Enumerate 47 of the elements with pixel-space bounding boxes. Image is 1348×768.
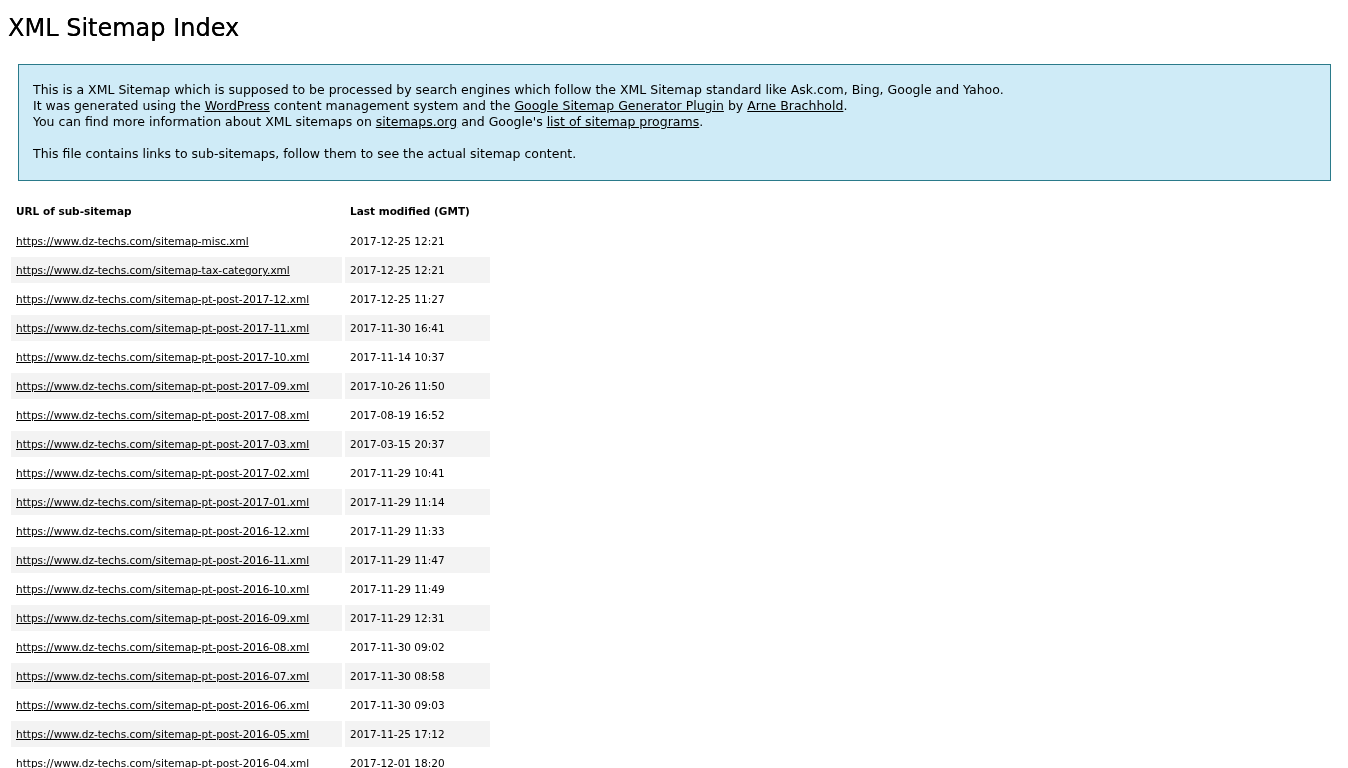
sitemap-link[interactable]: https://www.dz-techs.com/sitemap-pt-post-2016-08.xml [16,641,310,653]
date-cell: 2017-03-15 20:37 [345,431,490,457]
sitemap-link[interactable]: https://www.dz-techs.com/sitemap-pt-post-2016-11.xml [16,554,310,566]
sitemap-link[interactable]: https://www.dz-techs.com/sitemap-pt-post-2016-06.xml [16,699,310,711]
sitemap-link[interactable]: https://www.dz-techs.com/sitemap-pt-post-2017-02.xml [16,467,310,479]
sitemap-link[interactable]: https://www.dz-techs.com/sitemap-pt-post-2016-09.xml [16,612,310,624]
date-cell-text: 2017-11-14 10:37 [349,350,446,365]
date-cell: 2017-11-29 11:47 [345,547,490,573]
column-header: URL of sub-sitemap [15,204,133,219]
date-cell-text: 2017-12-01 18:20 [349,756,446,768]
sitemap-link[interactable]: https://www.dz-techs.com/sitemap-pt-post-2017-09.xml [16,380,310,392]
intro-link[interactable]: WordPress [204,98,270,113]
sitemap-link[interactable]: https://www.dz-techs.com/sitemap-tax-category.xml [16,264,290,276]
date-cell: 2017-10-26 11:50 [345,373,490,399]
sitemap-link[interactable]: https://www.dz-techs.com/sitemap-pt-post-2017-08.xml [16,409,310,421]
date-cell-text: 2017-11-29 10:41 [349,466,446,481]
date-cell-text: 2017-11-30 09:02 [349,640,446,655]
date-cell-text: 2017-11-29 11:33 [349,524,446,539]
sitemap-link[interactable]: https://www.dz-techs.com/sitemap-pt-post-2017-11.xml [16,322,310,334]
date-cell: 2017-11-29 11:14 [345,489,490,515]
sitemap-link[interactable]: https://www.dz-techs.com/sitemap-pt-post-2016-07.xml [16,670,310,682]
sitemap-link[interactable]: https://www.dz-techs.com/sitemap-misc.xml [16,235,249,247]
column-header: Last modified (GMT) [349,204,471,219]
date-cell: 2017-11-30 16:41 [345,315,490,341]
date-cell: 2017-11-25 17:12 [345,721,490,747]
intro-link[interactable]: Google Sitemap Generator Plugin [514,98,724,113]
page-title: XML Sitemap Index [8,13,241,44]
sitemap-link[interactable]: https://www.dz-techs.com/sitemap-pt-post-2016-10.xml [16,583,310,595]
intro-text: It was generated using the WordPress content management system and the Google Sitemap Generator Plugin by Arne Brachhold. [33,98,849,114]
sitemap-link[interactable]: https://www.dz-techs.com/sitemap-pt-post-2017-03.xml [16,438,310,450]
date-cell-text: 2017-12-25 12:21 [349,234,446,249]
sitemap-link[interactable]: https://www.dz-techs.com/sitemap-pt-post-2017-01.xml [16,496,310,508]
sitemap-link[interactable]: https://www.dz-techs.com/sitemap-pt-post-2017-10.xml [16,351,310,363]
date-cell: 2017-11-30 08:58 [345,663,490,689]
intro-text: This is a XML Sitemap which is supposed to be processed by search engines which follow the XML Sitemap standard like Ask.com, Bing, Google and Yahoo. [33,82,1005,98]
date-cell-text: 2017-11-30 09:03 [349,698,446,713]
intro-text: You can find more information about XML sitemaps on sitemaps.org and Google's list of sitemap programs. [33,114,705,130]
date-cell-text: 2017-08-19 16:52 [349,408,446,423]
intro-note: This file contains links to sub-sitemaps, follow them to see the actual sitemap content. [33,146,578,162]
date-cell: 2017-11-29 12:31 [345,605,490,631]
sitemap-link[interactable]: https://www.dz-techs.com/sitemap-pt-post-2016-12.xml [16,525,310,537]
intro-link[interactable]: sitemaps.org [375,114,458,129]
date-cell: 2017-12-25 12:21 [345,257,490,283]
sitemap-link[interactable]: https://www.dz-techs.com/sitemap-pt-post-2016-05.xml [16,728,310,740]
sitemap-link[interactable]: https://www.dz-techs.com/sitemap-pt-post-2017-12.xml [16,293,310,305]
date-cell-text: 2017-12-25 11:27 [349,292,446,307]
date-cell-text: 2017-11-29 11:49 [349,582,446,597]
